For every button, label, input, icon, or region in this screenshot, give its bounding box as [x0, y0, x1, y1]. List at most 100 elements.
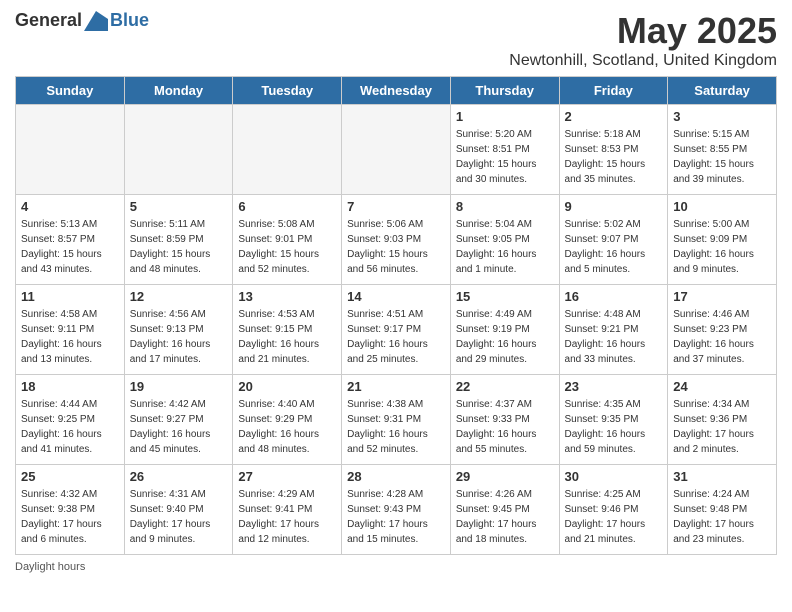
day-number: 6 [238, 199, 336, 214]
weekday-header-cell: Monday [124, 77, 233, 105]
day-info: Sunrise: 4:40 AM Sunset: 9:29 PM Dayligh… [238, 397, 336, 457]
day-number: 4 [21, 199, 119, 214]
calendar-day-cell: 28 Sunrise: 4:28 AM Sunset: 9:43 PM Dayli… [342, 465, 451, 555]
calendar-day-cell [342, 105, 451, 195]
day-info: Sunrise: 5:02 AM Sunset: 9:07 PM Dayligh… [565, 217, 663, 277]
day-info: Sunrise: 4:35 AM Sunset: 9:35 PM Dayligh… [565, 397, 663, 457]
weekday-header-cell: Wednesday [342, 77, 451, 105]
calendar-day-cell: 14 Sunrise: 4:51 AM Sunset: 9:17 PM Dayli… [342, 285, 451, 375]
calendar-week-row: 4 Sunrise: 5:13 AM Sunset: 8:57 PM Daylig… [16, 195, 777, 285]
calendar-day-cell [16, 105, 125, 195]
day-info: Sunrise: 4:48 AM Sunset: 9:21 PM Dayligh… [565, 307, 663, 367]
calendar-day-cell: 29Sunrise: 4:26 AM Sunset: 9:45 PM Dayli… [450, 465, 559, 555]
day-info: Sunrise: 4:58 AM Sunset: 9:11 PM Dayligh… [21, 307, 119, 367]
day-number: 27 [238, 469, 336, 484]
day-number: 7 [347, 199, 445, 214]
day-number: 17 [673, 289, 771, 304]
day-info: Sunrise: 5:15 AM Sunset: 8:55 PM Dayligh… [673, 127, 771, 187]
calendar-table: SundayMondayTuesdayWednesdayThursdayFrid… [15, 76, 777, 555]
day-number: 5 [130, 199, 228, 214]
footer-note: Daylight hours [15, 561, 777, 573]
day-number: 14 [347, 289, 445, 304]
day-info: Sunrise: 4:49 AM Sunset: 9:19 PM Dayligh… [456, 307, 554, 367]
calendar-day-cell: 20 Sunrise: 4:40 AM Sunset: 9:29 PM Dayli… [233, 375, 342, 465]
day-info: Sunrise: 5:11 AM Sunset: 8:59 PM Dayligh… [130, 217, 228, 277]
calendar-day-cell: 9 Sunrise: 5:02 AM Sunset: 9:07 PM Daylig… [559, 195, 668, 285]
calendar-day-cell: 24 Sunrise: 4:34 AM Sunset: 9:36 PM Dayli… [668, 375, 777, 465]
calendar-day-cell: 1Sunrise: 5:20 AM Sunset: 8:51 PM Daylig… [450, 105, 559, 195]
calendar-day-cell: 15 Sunrise: 4:49 AM Sunset: 9:19 PM Dayli… [450, 285, 559, 375]
calendar-day-cell: 16Sunrise: 4:48 AM Sunset: 9:21 PM Dayli… [559, 285, 668, 375]
day-info: Sunrise: 4:37 AM Sunset: 9:33 PM Dayligh… [456, 397, 554, 457]
day-info: Sunrise: 4:42 AM Sunset: 9:27 PM Dayligh… [130, 397, 228, 457]
day-info: Sunrise: 4:56 AM Sunset: 9:13 PM Dayligh… [130, 307, 228, 367]
day-info: Sunrise: 4:28 AM Sunset: 9:43 PM Dayligh… [347, 487, 445, 547]
day-info: Sunrise: 4:25 AM Sunset: 9:46 PM Dayligh… [565, 487, 663, 547]
day-number: 22 [456, 379, 554, 394]
weekday-header-row: SundayMondayTuesdayWednesdayThursdayFrid… [16, 77, 777, 105]
logo-general-text: General [15, 10, 82, 31]
calendar-day-cell: 31 Sunrise: 4:24 AM Sunset: 9:48 PM Dayli… [668, 465, 777, 555]
daylight-hours-label: Daylight hours [15, 561, 85, 573]
calendar-week-row: 1Sunrise: 5:20 AM Sunset: 8:51 PM Daylig… [16, 105, 777, 195]
day-number: 15 [456, 289, 554, 304]
month-title: May 2025 [509, 10, 777, 52]
day-number: 18 [21, 379, 119, 394]
day-info: Sunrise: 5:00 AM Sunset: 9:09 PM Dayligh… [673, 217, 771, 277]
day-info: Sunrise: 4:38 AM Sunset: 9:31 PM Dayligh… [347, 397, 445, 457]
day-info: Sunrise: 4:46 AM Sunset: 9:23 PM Dayligh… [673, 307, 771, 367]
calendar-day-cell: 2 Sunrise: 5:18 AM Sunset: 8:53 PM Daylig… [559, 105, 668, 195]
calendar-day-cell: 27 Sunrise: 4:29 AM Sunset: 9:41 PM Dayli… [233, 465, 342, 555]
calendar-day-cell: 13Sunrise: 4:53 AM Sunset: 9:15 PM Dayli… [233, 285, 342, 375]
header: General Blue May 2025 Newtonhill, Scotla… [15, 10, 777, 70]
day-number: 29 [456, 469, 554, 484]
day-number: 10 [673, 199, 771, 214]
day-number: 11 [21, 289, 119, 304]
day-info: Sunrise: 4:53 AM Sunset: 9:15 PM Dayligh… [238, 307, 336, 367]
day-number: 9 [565, 199, 663, 214]
calendar-day-cell: 17 Sunrise: 4:46 AM Sunset: 9:23 PM Dayli… [668, 285, 777, 375]
calendar-day-cell: 12 Sunrise: 4:56 AM Sunset: 9:13 PM Dayli… [124, 285, 233, 375]
day-info: Sunrise: 5:04 AM Sunset: 9:05 PM Dayligh… [456, 217, 554, 277]
day-number: 2 [565, 109, 663, 124]
day-number: 3 [673, 109, 771, 124]
day-number: 26 [130, 469, 228, 484]
calendar-week-row: 11 Sunrise: 4:58 AM Sunset: 9:11 PM Dayli… [16, 285, 777, 375]
calendar-day-cell: 3 Sunrise: 5:15 AM Sunset: 8:55 PM Daylig… [668, 105, 777, 195]
location-title: Newtonhill, Scotland, United Kingdom [509, 52, 777, 70]
calendar-day-cell [233, 105, 342, 195]
day-info: Sunrise: 4:29 AM Sunset: 9:41 PM Dayligh… [238, 487, 336, 547]
day-info: Sunrise: 4:24 AM Sunset: 9:48 PM Dayligh… [673, 487, 771, 547]
day-number: 20 [238, 379, 336, 394]
calendar-day-cell: 5 Sunrise: 5:11 AM Sunset: 8:59 PM Daylig… [124, 195, 233, 285]
calendar-day-cell: 21 Sunrise: 4:38 AM Sunset: 9:31 PM Dayli… [342, 375, 451, 465]
calendar-day-cell: 23 Sunrise: 4:35 AM Sunset: 9:35 PM Dayli… [559, 375, 668, 465]
day-info: Sunrise: 5:13 AM Sunset: 8:57 PM Dayligh… [21, 217, 119, 277]
title-area: May 2025 Newtonhill, Scotland, United Ki… [509, 10, 777, 70]
calendar-body: 1Sunrise: 5:20 AM Sunset: 8:51 PM Daylig… [16, 105, 777, 555]
calendar-day-cell: 26Sunrise: 4:31 AM Sunset: 9:40 PM Dayli… [124, 465, 233, 555]
day-info: Sunrise: 5:20 AM Sunset: 8:51 PM Dayligh… [456, 127, 554, 187]
day-number: 25 [21, 469, 119, 484]
day-info: Sunrise: 4:32 AM Sunset: 9:38 PM Dayligh… [21, 487, 119, 547]
weekday-header-cell: Tuesday [233, 77, 342, 105]
day-info: Sunrise: 5:08 AM Sunset: 9:01 PM Dayligh… [238, 217, 336, 277]
calendar-day-cell: 7Sunrise: 5:06 AM Sunset: 9:03 PM Daylig… [342, 195, 451, 285]
day-number: 21 [347, 379, 445, 394]
day-info: Sunrise: 4:34 AM Sunset: 9:36 PM Dayligh… [673, 397, 771, 457]
day-info: Sunrise: 4:51 AM Sunset: 9:17 PM Dayligh… [347, 307, 445, 367]
calendar-day-cell: 8Sunrise: 5:04 AM Sunset: 9:05 PM Daylig… [450, 195, 559, 285]
calendar-day-cell: 18Sunrise: 4:44 AM Sunset: 9:25 PM Dayli… [16, 375, 125, 465]
day-number: 12 [130, 289, 228, 304]
day-number: 28 [347, 469, 445, 484]
logo-blue-text: Blue [110, 10, 149, 31]
calendar-day-cell: 11 Sunrise: 4:58 AM Sunset: 9:11 PM Dayli… [16, 285, 125, 375]
day-number: 23 [565, 379, 663, 394]
calendar-day-cell: 25 Sunrise: 4:32 AM Sunset: 9:38 PM Dayli… [16, 465, 125, 555]
weekday-header-cell: Friday [559, 77, 668, 105]
weekday-header-cell: Thursday [450, 77, 559, 105]
calendar-day-cell: 30Sunrise: 4:25 AM Sunset: 9:46 PM Dayli… [559, 465, 668, 555]
day-number: 31 [673, 469, 771, 484]
day-info: Sunrise: 5:18 AM Sunset: 8:53 PM Dayligh… [565, 127, 663, 187]
day-number: 24 [673, 379, 771, 394]
